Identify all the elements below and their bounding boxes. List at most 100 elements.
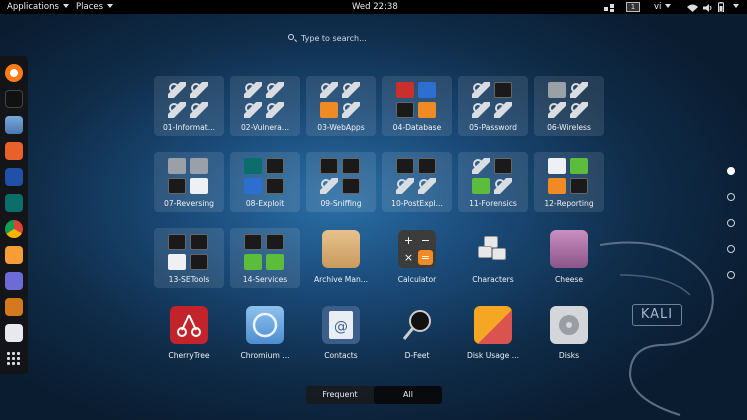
chevron-down-icon	[107, 4, 114, 8]
app-label: Chromium ...	[240, 351, 290, 360]
folder-icons	[470, 80, 516, 120]
cherrytree-icon	[170, 306, 208, 344]
folder-post-exploitation[interactable]: 10-PostExpl...	[382, 152, 452, 212]
folder-icons	[166, 80, 212, 120]
page-dot-5[interactable]	[727, 271, 735, 279]
chromium-icon	[246, 306, 284, 344]
view-switcher: Frequent All	[306, 386, 442, 404]
chevron-down-icon	[665, 4, 672, 8]
system-menu[interactable]	[729, 0, 739, 14]
folder-information-gathering[interactable]: 01-Informat...	[154, 76, 224, 136]
folder-wireless[interactable]: 06-Wireless	[534, 76, 604, 136]
app-icon[interactable]	[5, 324, 23, 342]
app-d-feet[interactable]: D-Feet	[382, 304, 452, 364]
page-dot-4[interactable]	[727, 245, 735, 253]
page-dot-1[interactable]	[727, 167, 735, 175]
keyboard-layout[interactable]: vi	[654, 0, 672, 14]
folder-icons	[394, 80, 440, 120]
folder-icons	[242, 232, 288, 272]
folder-icons	[166, 232, 212, 272]
folder-icons	[318, 80, 364, 120]
firefox-icon[interactable]	[5, 64, 23, 82]
notes-icon[interactable]	[5, 272, 23, 290]
wifi-icon[interactable]	[687, 3, 698, 17]
network-share-icon[interactable]	[604, 3, 614, 12]
burpsuite-icon[interactable]	[5, 142, 23, 160]
chrome-icon[interactable]	[5, 220, 23, 238]
contacts-icon: @	[322, 306, 360, 344]
folder-label: 11-Forensics	[469, 199, 517, 208]
files-icon[interactable]	[5, 116, 23, 134]
folder-reporting[interactable]: 12-Reporting	[534, 152, 604, 212]
frequent-tab[interactable]: Frequent	[306, 386, 374, 404]
dash	[0, 56, 28, 374]
app-label: D-Feet	[404, 351, 430, 360]
cheese-icon	[550, 230, 588, 268]
chevron-down-icon	[62, 4, 69, 8]
screenshot-icon[interactable]	[5, 246, 23, 264]
chevron-down-icon	[733, 4, 739, 8]
kali-logo: KALI	[632, 304, 682, 326]
search-icon	[288, 34, 294, 40]
app-disk-usage-analyzer[interactable]: Disk Usage ...	[458, 304, 528, 364]
search-box[interactable]	[283, 30, 453, 46]
s-app-icon[interactable]	[5, 298, 23, 316]
app-chromium[interactable]: Chromium ...	[230, 304, 300, 364]
battery-icon[interactable]	[718, 2, 724, 17]
disks-icon	[550, 306, 588, 344]
show-apps-icon[interactable]	[5, 350, 23, 368]
app-cheese[interactable]: Cheese	[534, 228, 604, 288]
folder-forensics[interactable]: 11-Forensics	[458, 152, 528, 212]
app-label: Contacts	[324, 351, 358, 360]
folder-exploit[interactable]: 08-Exploit	[230, 152, 300, 212]
folder-database[interactable]: 04-Database	[382, 76, 452, 136]
places-menu[interactable]: Places	[76, 0, 114, 14]
folder-services[interactable]: 14-Services	[230, 228, 300, 288]
terminal-icon[interactable]	[5, 90, 23, 108]
folder-label: 06-Wireless	[547, 123, 591, 132]
app-characters[interactable]: Characters	[458, 228, 528, 288]
calculator-icon: + − × =	[398, 230, 436, 268]
characters-icon	[474, 230, 512, 268]
applications-menu[interactable]: Applications	[7, 0, 69, 14]
folder-label: 01-Informat...	[162, 123, 216, 132]
folder-label: 08-Exploit	[245, 199, 285, 208]
app-label: CherryTree	[168, 351, 210, 360]
app-calculator[interactable]: + − × = Calculator	[382, 228, 452, 288]
folder-webapps[interactable]: 03-WebApps	[306, 76, 376, 136]
disk-usage-icon	[474, 306, 512, 344]
app-label: Disks	[558, 351, 580, 360]
folder-label: 04-Database	[392, 123, 442, 132]
app-label: Disk Usage ...	[466, 351, 520, 360]
keyboard-layout-label: vi	[654, 2, 662, 12]
folder-icons	[242, 80, 288, 120]
metasploit-icon[interactable]	[5, 168, 23, 186]
folder-label: 02-Vulnera...	[240, 123, 290, 132]
applications-label: Applications	[7, 2, 59, 12]
folder-setools[interactable]: 13-SETools	[154, 228, 224, 288]
kali-dragon-icon	[600, 241, 714, 416]
d-feet-icon	[398, 306, 436, 344]
maltego-icon[interactable]	[5, 194, 23, 212]
page-dot-3[interactable]	[727, 219, 735, 227]
app-contacts[interactable]: @ Contacts	[306, 304, 376, 364]
app-disks[interactable]: Disks	[534, 304, 604, 364]
folder-sniffing[interactable]: 09-Sniffing	[306, 152, 376, 212]
volume-icon[interactable]	[703, 3, 713, 17]
folder-reversing[interactable]: 07-Reversing	[154, 152, 224, 212]
folder-icons	[394, 156, 440, 196]
clock[interactable]: Wed 22:38	[352, 0, 398, 14]
folder-password[interactable]: 05-Password	[458, 76, 528, 136]
search-input[interactable]	[301, 32, 451, 44]
page-dot-2[interactable]	[727, 193, 735, 201]
folder-label: 07-Reversing	[164, 199, 214, 208]
app-label: Characters	[472, 275, 514, 284]
folder-icons	[470, 156, 516, 196]
folder-vulnerability-analysis[interactable]: 02-Vulnera...	[230, 76, 300, 136]
app-archive-manager[interactable]: Archive Man...	[306, 228, 376, 288]
app-cherrytree[interactable]: CherryTree	[154, 304, 224, 364]
folder-icons	[166, 156, 212, 196]
all-tab[interactable]: All	[374, 386, 442, 404]
workspace-indicator[interactable]: 1	[626, 2, 640, 12]
folder-label: 10-PostExpl...	[391, 199, 443, 208]
